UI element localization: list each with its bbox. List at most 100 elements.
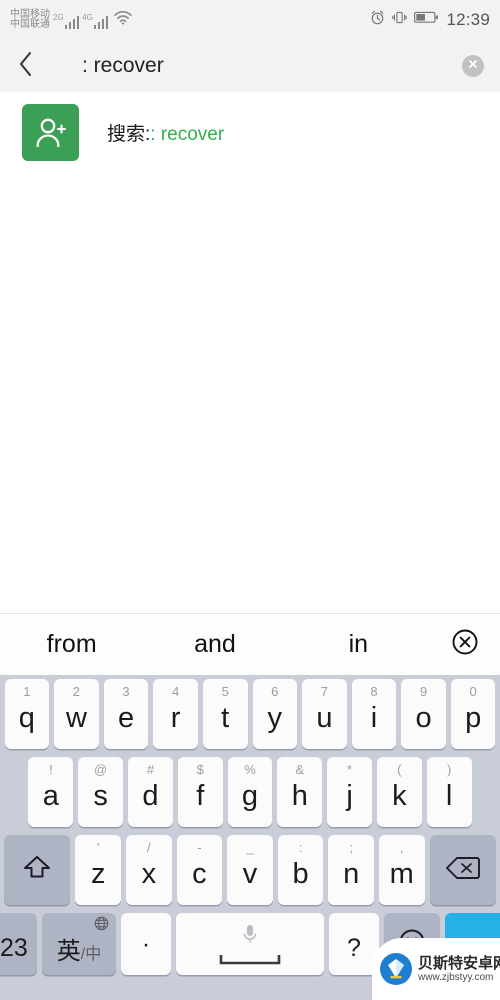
key-label: l [445, 780, 453, 812]
space-key-content [219, 923, 281, 970]
suggestion-bar: from and in [0, 613, 500, 675]
key-b[interactable]: :b [277, 835, 324, 905]
key-hint: 0 [469, 684, 477, 699]
shift-key[interactable] [4, 835, 71, 905]
key-l[interactable]: ) l [426, 757, 472, 827]
key-x[interactable]: / x [126, 835, 172, 905]
key-label: g [241, 780, 259, 812]
list-item[interactable]: 搜索:: recover [0, 92, 500, 173]
key-y[interactable]: 6y [252, 679, 298, 749]
status-bar: 中国移动 中国联通 2G 4G 12:39 [0, 0, 500, 40]
language-switch-key[interactable]: 英 / 中 [42, 913, 116, 975]
key-hint: 6 [271, 684, 279, 699]
add-contact-icon [22, 104, 79, 161]
key-w[interactable]: 2w [54, 679, 99, 749]
key-hint: ! [49, 762, 53, 777]
clear-circle-icon [467, 57, 479, 75]
phone-screen: 中国移动 中国联通 2G 4G 12:39: recover 搜索:: rec… [0, 0, 500, 1000]
key-label: y [267, 702, 283, 734]
key-j[interactable]: * j [327, 757, 372, 827]
wifi-icon [114, 10, 133, 30]
key-i[interactable]: 8i [351, 679, 397, 749]
key-n[interactable]: ; n [328, 835, 374, 905]
key-d[interactable]: # d [128, 757, 173, 827]
back-button[interactable] [0, 40, 52, 92]
key-p[interactable]: 0p [450, 679, 496, 749]
key-hint: 1 [23, 684, 31, 699]
keyboard-row-3: ' z / x -c _ v :b ; n ,m [0, 835, 500, 913]
signal-bars-icon-1 [64, 15, 80, 29]
key-label: w [65, 702, 87, 734]
key-label: z [91, 858, 106, 890]
key-hint: : [298, 840, 303, 855]
search-results-area: 搜索:: recover [0, 92, 500, 613]
globe-icon [94, 916, 109, 936]
key-label: c [192, 858, 207, 890]
status-bar-left: 中国移动 中国联通 2G 4G [10, 9, 133, 31]
period-key[interactable]: · [121, 913, 171, 975]
key-label: u [316, 702, 333, 734]
backspace-key[interactable] [429, 835, 496, 905]
suggestion-item-2[interactable]: in [287, 630, 430, 659]
key-label: ? [347, 934, 361, 962]
key-k[interactable]: (k [376, 757, 422, 827]
shell-logo-icon [379, 952, 413, 986]
key-hint: % [244, 762, 256, 777]
key-label: q [18, 702, 35, 734]
key-label: e [117, 702, 135, 734]
key-hint: _ [246, 840, 254, 855]
key-hint: & [295, 762, 305, 777]
key-c[interactable]: -c [176, 835, 223, 905]
key-label: o [415, 702, 432, 734]
key-s[interactable]: @ s [78, 757, 124, 827]
key-hint: 3 [122, 684, 130, 699]
key-label: k [392, 780, 407, 812]
key-u[interactable]: 7u [302, 679, 347, 749]
signal-group-2: 4G [82, 12, 109, 29]
key-m[interactable]: ,m [378, 835, 425, 905]
key-a[interactable]: ! a [28, 757, 74, 827]
microphone-icon [241, 923, 259, 950]
symbols-key[interactable]: ?123 [0, 913, 37, 975]
suggestion-item-1[interactable]: and [143, 630, 286, 659]
space-key[interactable] [176, 913, 324, 975]
search-input[interactable]: : recover [52, 54, 462, 78]
key-g[interactable]: % g [227, 757, 273, 827]
battery-icon [414, 11, 439, 29]
result-query-label: : recover [150, 124, 225, 145]
key-label: s [93, 780, 108, 812]
key-label: t [221, 702, 230, 734]
key-f[interactable]: $ f [177, 757, 223, 827]
key-hint: * [347, 762, 353, 777]
key-hint: $ [196, 762, 204, 777]
key-hint: 2 [72, 684, 81, 699]
key-e[interactable]: 3e [103, 679, 149, 749]
key-label: p [465, 702, 482, 734]
site-watermark: 贝斯特安卓网 www.zjbstyy.com [372, 938, 500, 1000]
key-v[interactable]: _ v [227, 835, 273, 905]
key-label: · [141, 929, 151, 958]
close-circle-icon [451, 628, 479, 661]
network-type-2-label: 4G [82, 12, 93, 22]
key-r[interactable]: 4r [153, 679, 198, 749]
key-hint: # [146, 762, 155, 777]
key-t[interactable]: 5t [202, 679, 248, 749]
clear-search-button[interactable] [462, 55, 484, 77]
key-label: h [291, 780, 308, 812]
suggestion-item-0[interactable]: from [0, 630, 143, 659]
key-label: a [42, 780, 59, 812]
key-label: d [142, 780, 159, 812]
key-label: ?123 [0, 934, 28, 962]
language-primary-label: 英 [56, 937, 81, 965]
key-o[interactable]: 9o [401, 679, 446, 749]
result-prefix-label: 搜索: [107, 124, 151, 145]
key-h[interactable]: & h [277, 757, 323, 827]
key-label: i [370, 702, 378, 734]
key-hint: ) [446, 762, 452, 777]
backspace-icon [445, 856, 480, 885]
key-z[interactable]: ' z [75, 835, 122, 905]
close-suggestions-button[interactable] [430, 628, 500, 661]
key-hint: / [147, 840, 151, 855]
key-hint: - [197, 840, 202, 855]
key-q[interactable]: 1q [4, 679, 50, 749]
